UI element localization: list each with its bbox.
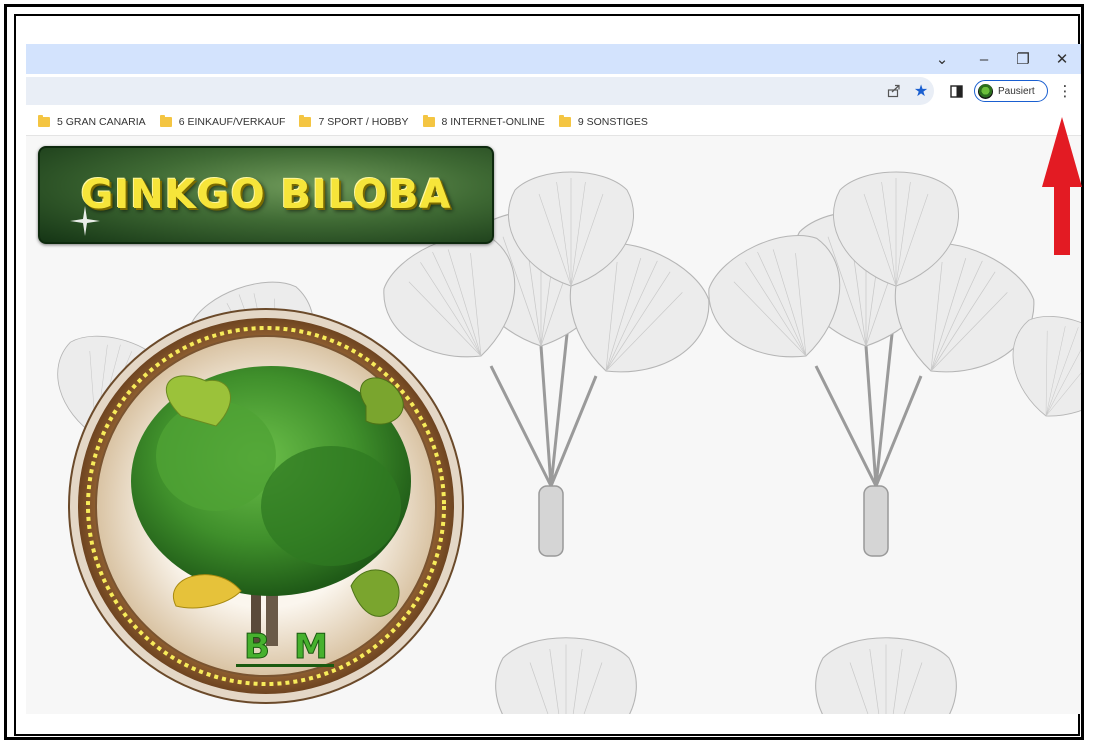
restore-icon: ❐	[1016, 51, 1030, 68]
avatar	[978, 83, 993, 99]
folder-icon	[299, 114, 312, 127]
address-bar[interactable]	[26, 77, 934, 105]
bookmark-label: 6 EINKAUF/VERKAUF	[178, 115, 286, 128]
tree-medallion-logo: B M	[68, 308, 464, 704]
ginkgo-biloba-banner: GINKGO BILOBA	[38, 146, 494, 244]
chevron-down-icon: ⌄	[935, 51, 949, 68]
bookmark-label: 7 SPORT / HOBBY	[318, 115, 409, 128]
bookmark-label: 8 INTERNET-ONLINE	[441, 115, 545, 128]
minimize-button[interactable]: –	[970, 47, 998, 71]
close-icon: ✕	[1055, 51, 1069, 68]
sparkle-icon	[70, 206, 100, 236]
minimize-icon: –	[979, 50, 989, 68]
title-bar: ⌄ – ❐ ✕	[26, 44, 1081, 74]
share-icon	[887, 84, 900, 98]
medallion-initial-b: B	[244, 627, 270, 667]
bookmark-label: 5 GRAN CANARIA	[57, 115, 146, 128]
tab-search-button[interactable]: ⌄	[928, 47, 956, 71]
profile-button[interactable]: Pausiert	[974, 80, 1048, 102]
browser-menu-button[interactable]: ⋮	[1054, 80, 1076, 102]
folder-icon	[558, 114, 571, 127]
red-annotation-arrow-icon	[1042, 117, 1082, 255]
bookmarks-bar: 5 GRAN CANARIA 6 EINKAUF/VERKAUF 7 SPORT…	[26, 108, 1081, 136]
medallion-initial-m: M	[294, 627, 328, 667]
share-button[interactable]	[883, 80, 905, 102]
banner-title: GINKGO BILOBA	[80, 172, 452, 218]
bookmark-folder-einkauf-verkauf[interactable]: 6 EINKAUF/VERKAUF	[159, 114, 286, 128]
profile-status-label: Pausiert	[998, 85, 1035, 97]
bookmark-folder-sonstiges[interactable]: 9 SONSTIGES	[558, 114, 648, 128]
browser-window: ⌄ – ❐ ✕ ★ ⋮ Pausiert 5 GRAN CANARIA 6 EI…	[26, 44, 1081, 714]
bookmark-folder-gran-canaria[interactable]: 5 GRAN CANARIA	[38, 114, 146, 128]
bookmark-star-button[interactable]: ★	[910, 80, 932, 102]
kebab-menu-icon: ⋮	[1057, 83, 1073, 100]
folder-icon	[159, 114, 172, 127]
bookmark-label: 9 SONSTIGES	[577, 115, 648, 128]
restore-button[interactable]: ❐	[1009, 47, 1037, 71]
page-content: GINKGO BILOBA B M	[26, 136, 1081, 714]
side-panel-icon	[949, 84, 963, 98]
folder-icon	[422, 114, 435, 127]
bookmark-folder-internet-online[interactable]: 8 INTERNET-ONLINE	[422, 114, 545, 128]
bookmark-folder-sport-hobby[interactable]: 7 SPORT / HOBBY	[299, 114, 409, 128]
close-button[interactable]: ✕	[1048, 47, 1076, 71]
star-icon: ★	[913, 83, 929, 100]
folder-icon	[38, 114, 50, 127]
toolbar: ★ ⋮	[26, 74, 1081, 108]
side-panel-button[interactable]	[945, 80, 967, 102]
